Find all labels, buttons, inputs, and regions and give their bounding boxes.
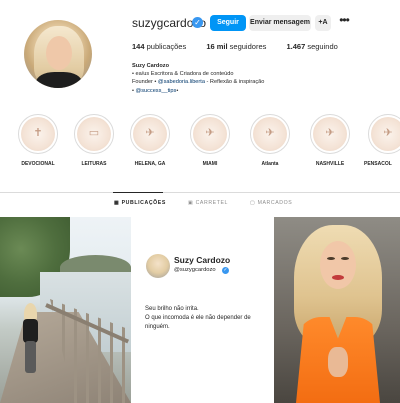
quote-card-text: Seu brilho não irrita. O que incomoda é … <box>145 305 267 332</box>
tab-reels[interactable]: ▣ CARRETEL <box>188 200 228 206</box>
highlight-cover: ✝ <box>21 117 55 151</box>
highlight-leituras[interactable]: ▭ LEITURAS <box>64 114 124 167</box>
quote-card-name: Suzy Cardozo <box>174 255 231 265</box>
highlight-label: Atlanta <box>261 161 279 167</box>
highlight-helena-ga[interactable]: ✈ HELENA, GA <box>120 114 180 167</box>
highlight-atlanta[interactable]: ✈ Atlanta <box>240 114 300 167</box>
highlight-pensacola[interactable]: ✈ PENSACOL <box>358 114 400 167</box>
highlight-ring: ✈ <box>368 114 400 154</box>
grid-icon: ▦ <box>114 200 120 206</box>
book-icon: ▭ <box>88 127 100 139</box>
profile-bio: Suzy Cardozo • ea/us Escritora & Criador… <box>132 62 264 95</box>
post-boardwalk-photo[interactable] <box>0 217 131 403</box>
highlight-label: NASHVILLE <box>315 161 345 167</box>
followers-count: 16 mil <box>206 42 228 51</box>
highlight-cover: ✈ <box>371 117 400 151</box>
photo-torso <box>23 319 38 343</box>
plane-icon: ✈ <box>145 127 155 139</box>
avatar-face <box>46 36 72 70</box>
followers-label: seguidores <box>229 42 267 51</box>
bio-link-sabedoria[interactable]: @sabedoria.liberta <box>158 79 205 85</box>
more-options-icon[interactable]: ••• <box>337 14 351 29</box>
quote-card-avatar <box>146 254 170 278</box>
highlight-cover: ▭ <box>77 117 111 151</box>
profile-avatar[interactable] <box>24 20 92 88</box>
story-highlights: ✝ DEVOCIONAL ▭ LEITURAS ✈ HELENA, GA ✈ M… <box>0 114 400 174</box>
bio-link-success-tips[interactable]: @success__tips <box>136 88 177 94</box>
photo-woman <box>22 303 40 373</box>
tagged-icon: ▢ <box>250 200 256 206</box>
tab-reels-label: CARRETEL <box>195 200 229 206</box>
highlight-ring: ✈ <box>310 114 350 154</box>
suggested-accounts-button[interactable]: +A <box>315 15 331 31</box>
bio-line-3-suffix: • <box>176 87 179 94</box>
tab-tagged-label: MARCADOS <box>257 200 293 206</box>
highlight-ring: ✈ <box>250 114 290 154</box>
send-message-button[interactable]: Enviar mensagem <box>249 15 311 31</box>
bio-name: Suzy Cardozo <box>132 63 169 69</box>
verified-badge-icon: ✓ <box>192 17 203 28</box>
tab-tagged[interactable]: ▢ MARCADOS <box>250 200 292 206</box>
plane-icon: ✈ <box>325 127 335 139</box>
highlight-nashville[interactable]: ✈ NASHVILLE <box>300 114 360 167</box>
highlight-label: HELENA, GA <box>134 161 166 167</box>
profile-stats: 144 publicações 16 mil seguidores 1.467 … <box>132 42 356 51</box>
highlight-cover: ✈ <box>253 117 287 151</box>
avatar-body <box>36 72 82 88</box>
highlight-cover: ✈ <box>313 117 347 151</box>
posts-label: publicações <box>146 42 187 51</box>
quote-line-2: O que incomoda é ele não depender de nin… <box>145 315 251 330</box>
follow-button[interactable]: Seguir <box>210 15 246 31</box>
following-count: 1.467 <box>286 42 306 51</box>
portrait-eye-right <box>341 257 349 260</box>
posts-count: 144 <box>132 42 145 51</box>
bio-line-2-prefix: Founder • <box>132 79 158 86</box>
photo-legs <box>25 341 36 373</box>
plane-icon: ✈ <box>205 127 215 139</box>
reels-icon: ▣ <box>188 200 194 206</box>
highlight-devocional[interactable]: ✝ DEVOCIONAL <box>8 114 68 167</box>
followers-stat[interactable]: 16 mil seguidores <box>206 42 266 51</box>
post-quote-card[interactable]: Suzy Cardozo @suzygcardozo ✓ Seu brilho … <box>133 217 272 403</box>
quote-card-handle: @suzygcardozo <box>174 267 216 273</box>
bio-line-1: • ea/us Escritora & Criadora de conteúdo <box>132 71 234 78</box>
highlight-ring: ✈ <box>130 114 170 154</box>
highlight-ring: ✈ <box>190 114 230 154</box>
highlight-label: LEITURAS <box>81 161 107 167</box>
following-stat[interactable]: 1.467 seguindo <box>286 42 337 51</box>
highlight-cover: ✈ <box>193 117 227 151</box>
portrait-eye-left <box>327 257 335 260</box>
quote-line-1: Seu brilho não irrita. <box>145 306 199 312</box>
tab-posts[interactable]: ▦ PUBLICAÇÕES <box>114 200 166 206</box>
tab-posts-label: PUBLICAÇÕES <box>121 200 166 206</box>
profile-tabs: ▦ PUBLICAÇÕES ▣ CARRETEL ▢ MARCADOS <box>0 200 400 212</box>
plane-icon: ✈ <box>265 127 275 139</box>
highlight-label: MIAMI <box>202 161 218 167</box>
active-tab-indicator <box>113 192 163 193</box>
bio-line-3: • @success__tips• <box>132 87 264 95</box>
quote-card-verified-icon: ✓ <box>222 267 229 274</box>
highlight-label: PENSACOL <box>364 161 392 167</box>
portrait-dress-cutout <box>328 347 348 377</box>
cross-icon: ✝ <box>33 127 43 139</box>
highlight-cover: ✈ <box>133 117 167 151</box>
plane-icon: ✈ <box>383 127 393 139</box>
portrait-face <box>320 241 356 289</box>
portrait-lips <box>332 275 344 280</box>
bio-line-2: Founder • @sabedoria.liberta - Reflexão … <box>132 78 264 86</box>
highlight-label: DEVOCIONAL <box>21 161 55 167</box>
highlight-ring: ▭ <box>74 114 114 154</box>
highlight-miami[interactable]: ✈ MIAMI <box>180 114 240 167</box>
highlight-ring: ✝ <box>18 114 58 154</box>
post-portrait-photo[interactable] <box>274 217 400 403</box>
following-label: seguindo <box>307 42 338 51</box>
posts-stat: 144 publicações <box>132 42 186 51</box>
bio-line-2-suffix: - Reflexão & inspiração <box>204 79 265 86</box>
tabs-divider <box>0 192 400 193</box>
